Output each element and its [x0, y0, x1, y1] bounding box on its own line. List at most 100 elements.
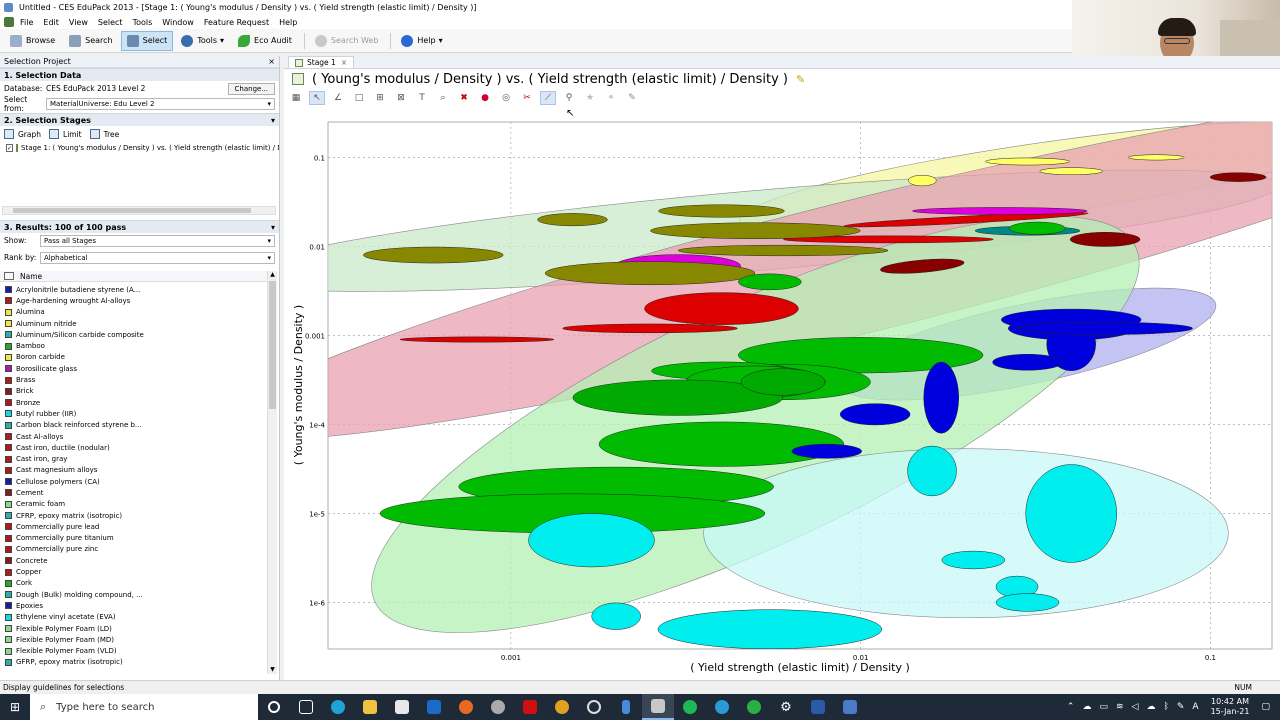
settings-icon[interactable]: ⚙	[770, 694, 802, 720]
material-bubble[interactable]	[1069, 232, 1141, 247]
favorite-icon[interactable]: ★	[582, 91, 598, 105]
material-bubble[interactable]	[1127, 154, 1185, 161]
close-icon[interactable]: ×	[268, 57, 275, 66]
find-icon[interactable]: ⚲	[561, 91, 577, 105]
ces-edupack-icon[interactable]	[642, 694, 674, 720]
netflix-icon[interactable]	[514, 694, 546, 720]
file-explorer-icon[interactable]	[354, 694, 386, 720]
material-bubble[interactable]	[992, 353, 1063, 371]
list-item[interactable]: Boron carbide	[0, 352, 268, 363]
section-selection-data[interactable]: 1. Selection Data	[0, 68, 279, 81]
chevron-up-icon[interactable]: ⌃	[1067, 702, 1075, 712]
language-icon[interactable]: A	[1192, 702, 1198, 712]
list-item[interactable]: GFRP, epoxy matrix (isotropic)	[0, 657, 268, 668]
stages-horizontal-scrollbar[interactable]	[2, 206, 276, 215]
list-item[interactable]: Cast magnesium alloys	[0, 465, 268, 476]
material-bubble[interactable]	[562, 323, 738, 334]
select-from-dropdown[interactable]: MaterialUniverse: Edu Level 2 ▾	[46, 97, 275, 110]
firefox-icon[interactable]	[450, 694, 482, 720]
menu-select[interactable]: Select	[98, 18, 123, 27]
line-selection-icon[interactable]: ∠	[330, 91, 346, 105]
menu-help[interactable]: Help	[279, 18, 297, 27]
material-bubble[interactable]	[537, 213, 608, 227]
store-icon[interactable]	[386, 694, 418, 720]
app-icon[interactable]	[482, 694, 514, 720]
list-item[interactable]: Cast iron, ductile (nodular)	[0, 442, 268, 453]
material-bubble[interactable]	[658, 204, 785, 218]
label-tool-icon[interactable]: T	[414, 91, 430, 105]
family-envelope[interactable]	[703, 448, 1229, 619]
menu-view[interactable]: View	[69, 18, 88, 27]
network-icon[interactable]: ▭	[1099, 702, 1108, 712]
material-bubble[interactable]	[598, 421, 845, 467]
app2-icon[interactable]	[578, 694, 610, 720]
stage-1-item[interactable]: ✓ Stage 1: ( Young's modulus / Density )…	[0, 142, 279, 154]
material-bubble[interactable]	[677, 244, 889, 257]
list-item[interactable]: Bamboo	[0, 340, 268, 351]
material-bubble[interactable]	[907, 445, 957, 497]
delete-selection-icon[interactable]: ⊠	[393, 91, 409, 105]
spotify-icon[interactable]	[674, 694, 706, 720]
skype-icon[interactable]	[706, 694, 738, 720]
pointer-tool-icon[interactable]: ↖	[309, 91, 325, 105]
envelope-icon[interactable]: ◎	[498, 91, 514, 105]
color-envelope-icon[interactable]: ●	[477, 91, 493, 105]
material-bubble[interactable]	[1209, 172, 1267, 182]
menu-feature-request[interactable]: Feature Request	[204, 18, 269, 27]
material-bubble[interactable]	[1025, 464, 1117, 563]
list-item[interactable]: Copper	[0, 566, 268, 577]
material-bubble[interactable]	[399, 336, 555, 343]
list-item[interactable]: Commercially pure titanium	[0, 533, 268, 544]
task-view-icon[interactable]	[290, 694, 322, 720]
scrollbar-thumb[interactable]	[269, 281, 276, 409]
taskbar-clock[interactable]: 10:42 AM 15-Jan-21	[1211, 697, 1250, 717]
tools-button[interactable]: Tools ▾	[175, 31, 230, 51]
list-item[interactable]: Alumina	[0, 307, 268, 318]
hide-icon[interactable]: ✂	[519, 91, 535, 105]
link-icon[interactable]: ⚭	[603, 91, 619, 105]
section-results[interactable]: 3. Results: 100 of 100 pass ▾	[0, 220, 279, 233]
bluetooth-icon[interactable]: ᛒ	[1163, 702, 1168, 712]
app-menu-icon[interactable]	[4, 17, 14, 27]
list-item[interactable]: Bronze	[0, 397, 268, 408]
list-item[interactable]: Butyl rubber (IIR)	[0, 408, 268, 419]
word-icon[interactable]	[802, 694, 834, 720]
list-item[interactable]: Flexible Polymer Foam (LD)	[0, 623, 268, 634]
tab-stage-1[interactable]: Stage 1 ×	[288, 56, 355, 68]
material-bubble[interactable]	[644, 292, 799, 325]
pen-icon[interactable]: ✎	[1177, 702, 1185, 712]
scroll-down-icon[interactable]: ▼	[268, 666, 277, 674]
list-item[interactable]: Age-hardening wrought Al-alloys	[0, 295, 268, 306]
cortana-icon[interactable]	[258, 694, 290, 720]
chat-icon[interactable]	[738, 694, 770, 720]
section-selection-stages[interactable]: 2. Selection Stages ▾	[0, 113, 279, 126]
list-item[interactable]: Cellulose polymers (CA)	[0, 476, 268, 487]
material-bubble[interactable]	[650, 222, 861, 240]
material-bubble[interactable]	[591, 602, 641, 630]
results-vertical-scrollbar[interactable]: ▲ ▼	[267, 271, 277, 674]
list-item[interactable]: Cast iron, gray	[0, 453, 268, 464]
list-item[interactable]: Borosilicate glass	[0, 363, 268, 374]
menu-file[interactable]: File	[20, 18, 33, 27]
material-bubble[interactable]	[985, 157, 1070, 166]
rank-dropdown[interactable]: Alphabetical ▾	[40, 251, 275, 264]
material-bubble[interactable]	[912, 207, 1088, 215]
material-bubble[interactable]	[1009, 221, 1066, 235]
search-button[interactable]: Search	[63, 31, 118, 51]
list-item[interactable]: Aluminum/Silicon carbide composite	[0, 329, 268, 340]
list-item[interactable]: Dough (Bulk) molding compound, ...	[0, 589, 268, 600]
menu-edit[interactable]: Edit	[43, 18, 59, 27]
list-item[interactable]: Acrylonitrile butadiene styrene (A...	[0, 284, 268, 295]
graph-stage-button[interactable]: Graph	[4, 129, 41, 139]
stage-checkbox[interactable]: ✓	[6, 144, 14, 152]
material-bubble[interactable]	[839, 403, 911, 426]
list-item[interactable]: CFRP, epoxy matrix (isotropic)	[0, 510, 268, 521]
edit-pencil-icon[interactable]: ✎	[796, 73, 805, 86]
material-bubble[interactable]	[1039, 167, 1103, 176]
material-bubble[interactable]	[657, 609, 882, 649]
material-bubble[interactable]	[923, 361, 959, 434]
material-bubble[interactable]	[995, 593, 1060, 612]
list-item[interactable]: Epoxies	[0, 600, 268, 611]
wifi-icon[interactable]: ≋	[1116, 702, 1124, 712]
material-bubble[interactable]	[363, 246, 504, 264]
